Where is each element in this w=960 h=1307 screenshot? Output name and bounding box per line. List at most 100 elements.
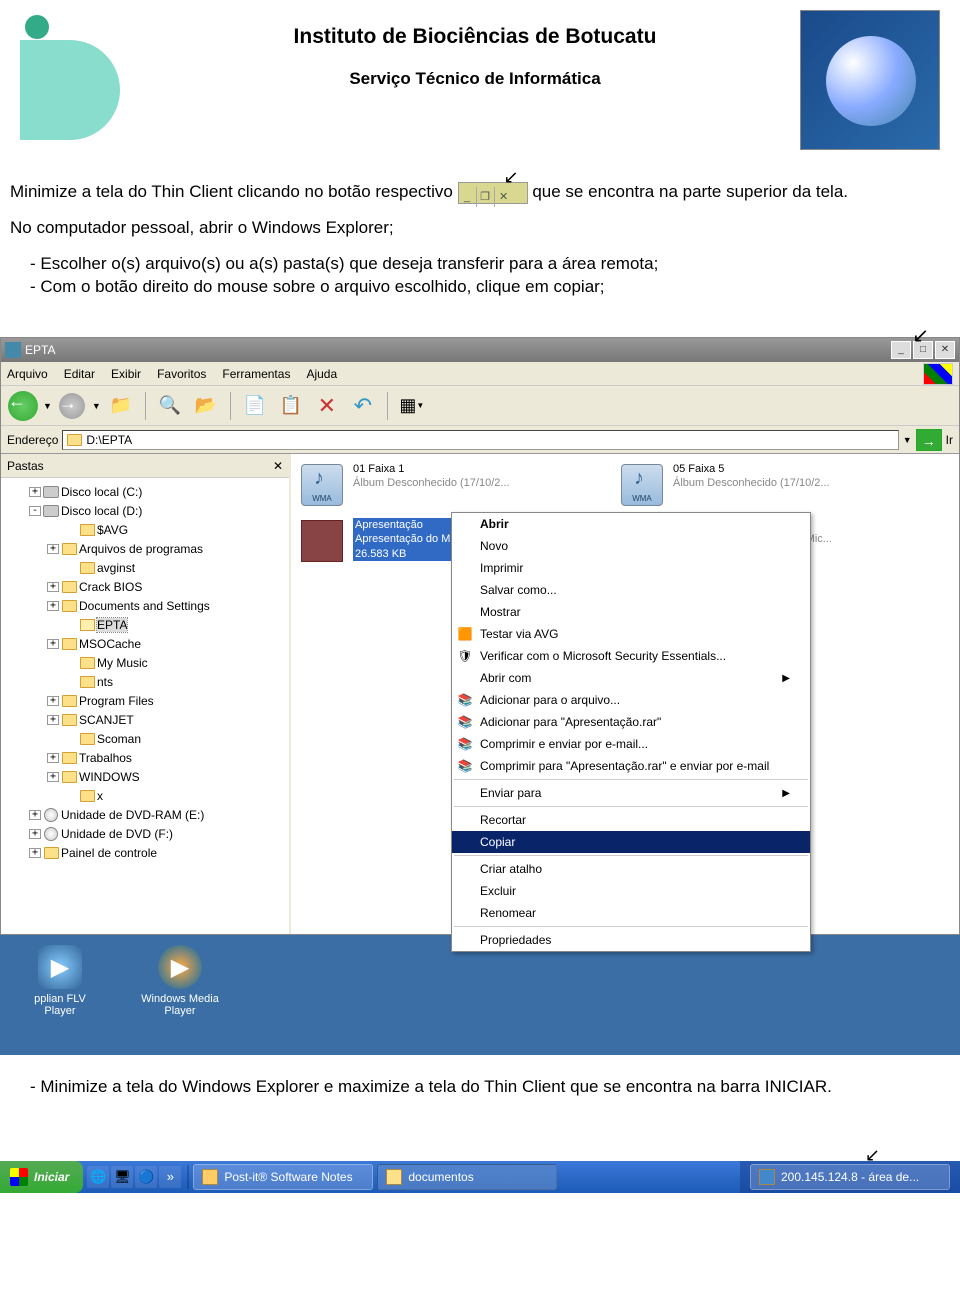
context-menu-item[interactable]: 🟧Testar via AVG <box>452 623 810 645</box>
context-menu-item[interactable]: 📚Adicionar para o arquivo... <box>452 689 810 711</box>
tree-expand-toggle[interactable]: + <box>29 487 41 497</box>
context-menu-item[interactable]: Excluir <box>452 880 810 902</box>
file-item[interactable]: WMA 01 Faixa 1 Álbum Desconhecido (17/10… <box>299 462 579 508</box>
context-menu-item[interactable]: Abrir com▶ <box>452 667 810 689</box>
tree-expand-toggle[interactable]: + <box>29 848 41 858</box>
delete-button[interactable]: ✕ <box>311 390 343 422</box>
tree-item[interactable]: +WINDOWS <box>1 767 289 786</box>
context-item-label: Abrir <box>480 517 509 531</box>
tree-item[interactable]: EPTA <box>1 615 289 634</box>
menu-ferramentas[interactable]: Ferramentas <box>222 367 290 381</box>
tree-expand-toggle[interactable]: - <box>29 506 41 516</box>
tree-item[interactable]: My Music <box>1 653 289 672</box>
tree-expand-toggle[interactable]: + <box>47 582 59 592</box>
tree-item-label: nts <box>97 675 113 689</box>
taskbar-task-postit[interactable]: Post-it® Software Notes <box>193 1164 373 1190</box>
context-menu-item[interactable]: Mostrar <box>452 601 810 623</box>
dvd-icon <box>43 807 59 823</box>
tree-item[interactable]: +Documents and Settings <box>1 596 289 615</box>
quick-launch-ie[interactable]: 🌐 <box>87 1166 109 1188</box>
up-button[interactable]: 📁 <box>105 390 137 422</box>
menu-favoritos[interactable]: Favoritos <box>157 367 206 381</box>
views-button[interactable]: ▦▼ <box>396 390 428 422</box>
context-menu-item[interactable]: Propriedades <box>452 929 810 951</box>
context-menu-item[interactable]: Abrir <box>452 513 810 535</box>
tree-expand-toggle[interactable]: + <box>47 696 59 706</box>
desktop-icon-wmp[interactable]: ▶ Windows Media Player <box>140 945 220 1017</box>
tree-expand-toggle[interactable]: + <box>29 829 41 839</box>
context-menu-item[interactable]: Renomear <box>452 902 810 924</box>
copy-button[interactable]: 📋 <box>275 390 307 422</box>
close-button[interactable]: ✕ <box>935 341 955 359</box>
folder-tree[interactable]: +Disco local (C:)-Disco local (D:)$AVG+A… <box>1 478 289 934</box>
minimize-button[interactable]: _ <box>891 341 911 359</box>
tree-expand-toggle[interactable]: + <box>29 810 41 820</box>
menu-arquivo[interactable]: Arquivo <box>7 367 48 381</box>
file-name: 01 Faixa 1 <box>353 462 510 476</box>
address-input[interactable]: D:\EPTA <box>62 430 898 450</box>
quick-launch-desktop[interactable]: 🖥 <box>111 1166 133 1188</box>
tree-item[interactable]: +Trabalhos <box>1 748 289 767</box>
taskbar-task-remote[interactable]: 200.145.124.8 - área de... <box>750 1164 950 1190</box>
taskbar-task-documentos[interactable]: documentos <box>377 1164 557 1190</box>
folders-button[interactable]: 📂 <box>190 390 222 422</box>
tree-item[interactable]: +Unidade de DVD (F:) <box>1 824 289 843</box>
tree-item[interactable]: avginst <box>1 558 289 577</box>
file-description: Álbum Desconhecido (17/10/2... <box>353 476 510 490</box>
tree-item[interactable]: +Disco local (C:) <box>1 482 289 501</box>
tree-item[interactable]: +Crack BIOS <box>1 577 289 596</box>
context-menu-item[interactable]: Imprimir <box>452 557 810 579</box>
tree-item[interactable]: +Painel de controle <box>1 843 289 862</box>
context-menu-item[interactable]: Recortar <box>452 809 810 831</box>
tree-expand-toggle[interactable]: + <box>47 715 59 725</box>
window-titlebar[interactable]: EPTA _ □ ✕ <box>1 338 959 362</box>
back-button[interactable]: ← <box>7 390 39 422</box>
tree-expand-toggle[interactable]: + <box>47 544 59 554</box>
tree-close-button[interactable]: ✕ <box>273 459 283 473</box>
menu-exibir[interactable]: Exibir <box>111 367 141 381</box>
drive-icon <box>43 503 59 519</box>
quick-launch-more[interactable]: » <box>159 1166 181 1188</box>
context-menu-item[interactable]: 🛡Verificar com o Microsoft Security Esse… <box>452 645 810 667</box>
instruction-text: Minimize a tela do Thin Client clicando … <box>0 160 960 337</box>
menu-ajuda[interactable]: Ajuda <box>306 367 337 381</box>
tree-item[interactable]: $AVG <box>1 520 289 539</box>
windows-taskbar: Iniciar 🌐 🖥 🔵 » Post-it® Software Notes … <box>0 1161 960 1193</box>
tree-expand-toggle[interactable]: + <box>47 753 59 763</box>
tree-item[interactable]: +MSOCache <box>1 634 289 653</box>
file-list-panel[interactable]: WMA 01 Faixa 1 Álbum Desconhecido (17/10… <box>291 454 959 934</box>
context-menu-item[interactable]: 📚Comprimir e enviar por e-mail... <box>452 733 810 755</box>
tree-item[interactable]: +Arquivos de programas <box>1 539 289 558</box>
quick-launch-item[interactable]: 🔵 <box>135 1166 157 1188</box>
tree-expand-toggle[interactable]: + <box>47 772 59 782</box>
context-menu-item[interactable]: Copiar <box>452 831 810 853</box>
forward-button[interactable]: → <box>56 390 88 422</box>
tree-item[interactable]: +Program Files <box>1 691 289 710</box>
menu-editar[interactable]: Editar <box>64 367 95 381</box>
desktop-area[interactable]: ▶ pplian FLV Player ▶ Windows Media Play… <box>0 935 960 1055</box>
go-button[interactable]: → <box>916 429 942 451</box>
tree-item[interactable]: Scoman <box>1 729 289 748</box>
search-button[interactable]: 🔍 <box>154 390 186 422</box>
tree-item[interactable]: nts <box>1 672 289 691</box>
tree-item[interactable]: -Disco local (D:) <box>1 501 289 520</box>
notification-area: ↙ 200.145.124.8 - área de... <box>740 1161 960 1193</box>
context-menu-item[interactable]: Criar atalho <box>452 858 810 880</box>
tree-expand-toggle[interactable]: + <box>47 639 59 649</box>
tree-item[interactable]: x <box>1 786 289 805</box>
context-menu-item[interactable]: 📚Adicionar para "Apresentação.rar" <box>452 711 810 733</box>
tree-item-label: EPTA <box>97 618 127 632</box>
tree-item-label: Scoman <box>97 732 141 746</box>
undo-button[interactable]: ↶ <box>347 390 379 422</box>
desktop-icon-flv[interactable]: ▶ pplian FLV Player <box>20 945 100 1017</box>
start-button[interactable]: Iniciar <box>0 1161 83 1193</box>
tree-item[interactable]: +SCANJET <box>1 710 289 729</box>
context-menu-item[interactable]: Enviar para▶ <box>452 782 810 804</box>
context-menu-item[interactable]: 📚Comprimir para "Apresentação.rar" e env… <box>452 755 810 777</box>
context-menu-item[interactable]: Novo <box>452 535 810 557</box>
context-menu-item[interactable]: Salvar como... <box>452 579 810 601</box>
tree-expand-toggle[interactable]: + <box>47 601 59 611</box>
tree-item[interactable]: +Unidade de DVD-RAM (E:) <box>1 805 289 824</box>
file-item[interactable]: WMA 05 Faixa 5 Álbum Desconhecido (17/10… <box>619 462 899 508</box>
move-button[interactable]: 📄 <box>239 390 271 422</box>
